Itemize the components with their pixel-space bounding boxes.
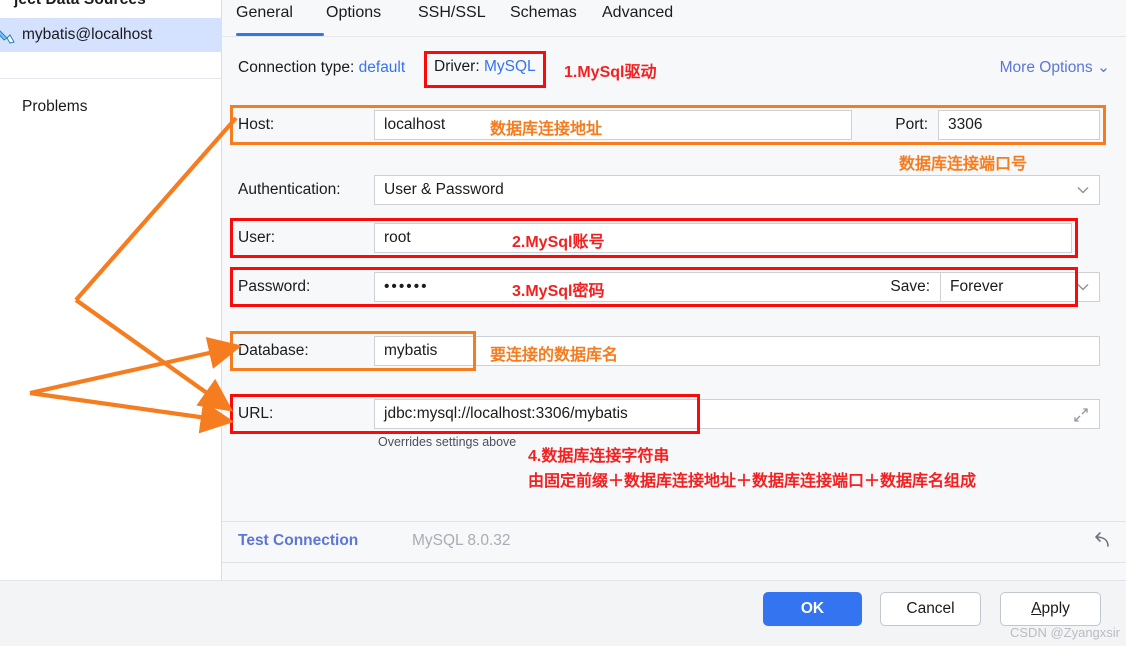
tab-bar: General Options SSH/SSL Schemas Advanced: [222, 0, 1126, 36]
save-select[interactable]: Forever: [940, 272, 1100, 302]
apply-button[interactable]: Apply: [1000, 592, 1101, 626]
authentication-label: Authentication:: [238, 181, 341, 198]
driver-version-label: MySQL 8.0.32: [412, 532, 511, 549]
sidebar-item-problems[interactable]: Problems: [22, 98, 87, 116]
driver-value[interactable]: MySQL: [484, 58, 536, 75]
annotation-host-text: 数据库连接地址: [490, 121, 603, 138]
sidebar-item-mybatis-localhost[interactable]: mybatis@localhost: [0, 18, 222, 52]
user-input[interactable]: root: [374, 223, 1072, 253]
authentication-select[interactable]: User & Password: [374, 175, 1100, 205]
database-input[interactable]: mybatis: [374, 336, 1100, 366]
url-value: jdbc:mysql://localhost:3306/mybatis: [384, 405, 628, 422]
annotation-driver-text: 1.MySql驱动: [564, 64, 657, 81]
watermark: CSDN @Zyangxsir: [1010, 625, 1120, 640]
database-row: Database: mybatis: [230, 336, 1100, 366]
driver-label: Driver:: [434, 58, 480, 75]
connection-type-row: Connection type: default: [238, 59, 405, 77]
user-row: User: root: [230, 223, 1072, 253]
ok-button[interactable]: OK: [763, 592, 862, 626]
tab-general[interactable]: General: [236, 0, 293, 36]
host-label: Host:: [238, 116, 275, 133]
url-row: URL: jdbc:mysql://localhost:3306/mybatis: [230, 399, 1100, 429]
expand-arrows-icon[interactable]: [1073, 407, 1089, 423]
url-input[interactable]: jdbc:mysql://localhost:3306/mybatis: [374, 399, 1100, 429]
annotation-password-text: 3.MySql密码: [512, 283, 605, 300]
annotation-database-text: 要连接的数据库名: [490, 347, 619, 364]
port-input[interactable]: 3306: [938, 110, 1100, 140]
url-overrides-hint: Overrides settings above: [378, 435, 517, 449]
port-label: Port:: [895, 116, 928, 133]
save-label: Save:: [890, 278, 930, 295]
more-options-link[interactable]: More Options ⌄: [1000, 58, 1110, 77]
more-options-label: More Options: [999, 59, 1093, 76]
revert-arrow-icon[interactable]: [1090, 530, 1112, 552]
dialog-button-bar: OK Cancel Apply CSDN @Zyangxsir: [0, 580, 1126, 646]
footer-divider-bottom: [222, 562, 1126, 563]
sidebar-divider: [0, 78, 222, 79]
cancel-button[interactable]: Cancel: [880, 592, 981, 626]
annotation-url-line2: 由固定前缀＋数据库连接地址＋数据库连接端口＋数据库名组成: [528, 473, 977, 490]
data-sources-sidebar: ject Data Sources mybatis@localhost Prob…: [0, 0, 222, 622]
host-row: Host: localhost Port: 3306: [230, 110, 1100, 140]
connection-footer: Test Connection MySQL 8.0.32: [222, 522, 1126, 562]
annotation-user-text: 2.MySql账号: [512, 234, 605, 251]
chevron-down-icon: ⌄: [1097, 59, 1110, 76]
sidebar-item-label: mybatis@localhost: [22, 26, 153, 43]
authentication-row: Authentication: User & Password: [230, 175, 1100, 205]
tab-schemas[interactable]: Schemas: [510, 0, 577, 36]
tab-ssh-ssl[interactable]: SSH/SSL: [418, 0, 486, 36]
chevron-down-icon: [1077, 284, 1089, 291]
screenshot-root: ject Data Sources mybatis@localhost Prob…: [0, 0, 1126, 646]
save-row: Save: Forever: [878, 272, 1100, 302]
save-value: Forever: [950, 278, 1004, 295]
driver-row: Driver: MySQL: [434, 58, 536, 76]
url-label: URL:: [238, 405, 274, 422]
password-label: Password:: [238, 278, 311, 295]
host-input[interactable]: localhost: [374, 110, 852, 140]
sidebar-title: ject Data Sources: [14, 0, 146, 9]
apply-mnemonic: A: [1031, 600, 1042, 617]
datasource-settings-panel: General Options SSH/SSL Schemas Advanced…: [222, 0, 1126, 580]
connection-type-label: Connection type:: [238, 59, 355, 76]
test-connection-link[interactable]: Test Connection: [238, 532, 358, 550]
user-label: User:: [238, 229, 276, 246]
database-label: Database:: [238, 342, 309, 359]
datasource-icon: [0, 26, 16, 44]
authentication-value: User & Password: [384, 181, 504, 198]
apply-label-rest: pply: [1041, 600, 1070, 617]
annotation-url-line1: 4.数据库连接字符串: [528, 448, 670, 465]
chevron-down-icon: [1077, 187, 1089, 194]
tab-options[interactable]: Options: [326, 0, 381, 36]
annotation-port-text: 数据库连接端口号: [899, 156, 1028, 173]
tab-advanced[interactable]: Advanced: [602, 0, 673, 36]
connection-type-value[interactable]: default: [359, 59, 406, 76]
general-tab-content: Connection type: default Driver: MySQL M…: [222, 37, 1126, 521]
